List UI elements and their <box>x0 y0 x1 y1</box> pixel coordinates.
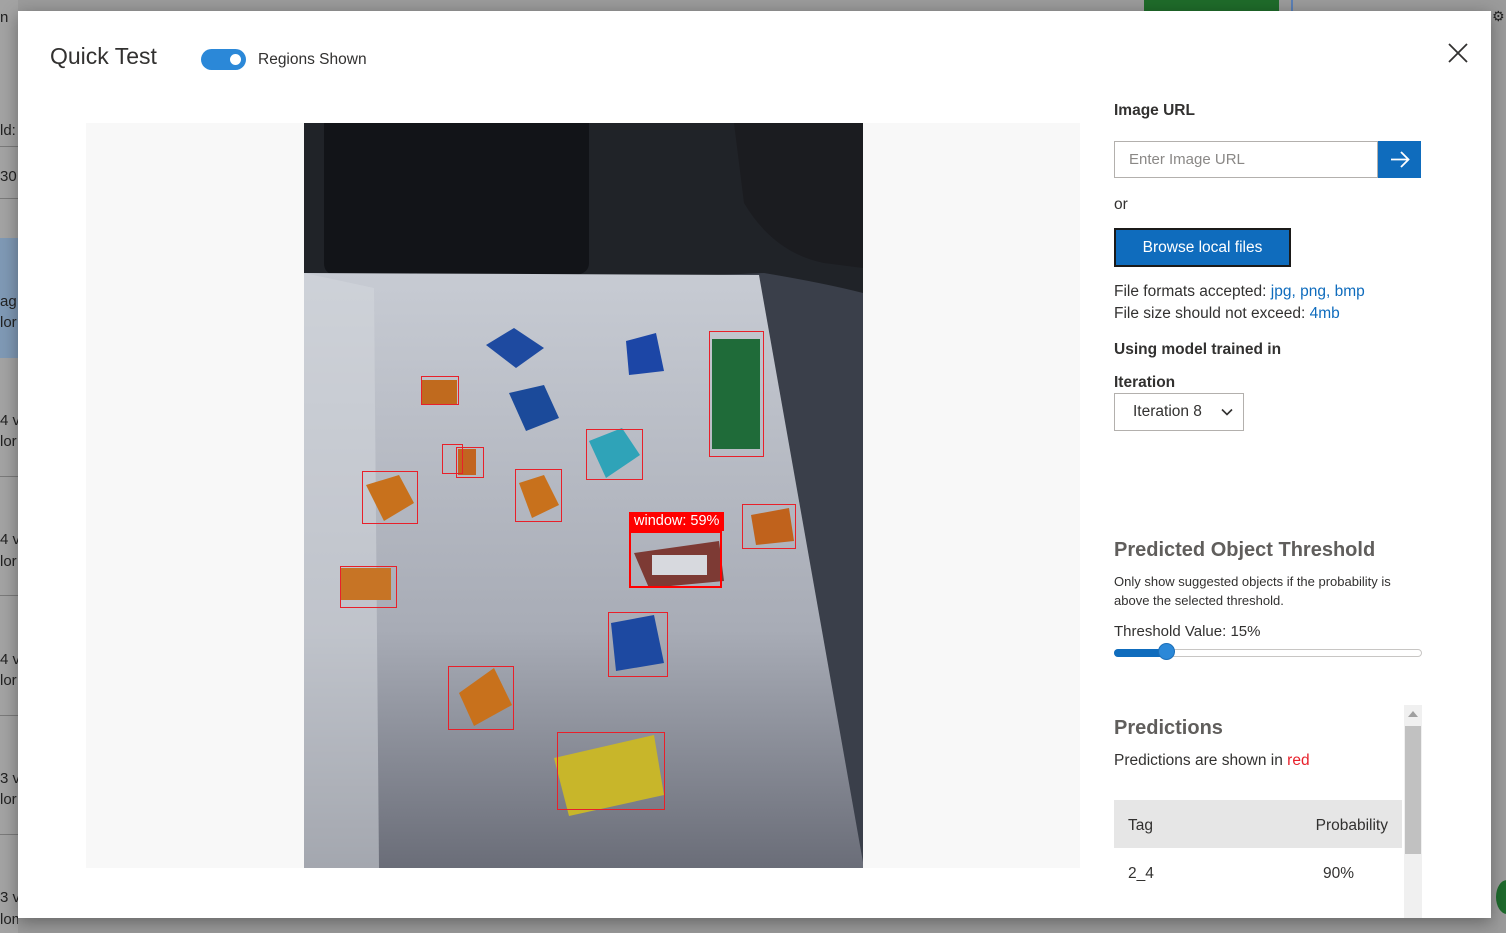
detection-region[interactable] <box>742 504 796 549</box>
background-divider <box>0 146 18 147</box>
background-text: lor <box>0 433 17 450</box>
region-label: window: 59% <box>629 512 725 531</box>
scroll-up-arrow-icon[interactable] <box>1408 711 1418 717</box>
regions-shown-toggle[interactable] <box>201 49 246 70</box>
file-formats-info: File formats accepted: jpg, png, bmp <box>1114 283 1365 301</box>
background-text: ag <box>0 293 17 310</box>
detection-region[interactable] <box>456 447 484 478</box>
background-text: 3 v <box>0 770 21 787</box>
image-url-input[interactable] <box>1114 141 1378 178</box>
submit-url-button[interactable] <box>1378 141 1421 178</box>
image-preview-area: window: 59% <box>86 123 1080 868</box>
probability-cell: 90% <box>1323 865 1355 882</box>
background-text: 30 <box>0 168 17 185</box>
predictions-table-header: Tag Probability <box>1114 800 1402 848</box>
predictions-subtitle: Predictions are shown in red <box>1114 752 1310 770</box>
model-label: Using model trained in <box>1114 341 1282 358</box>
background-text: lor <box>0 314 17 331</box>
chevron-down-icon <box>1221 408 1233 416</box>
predictions-scrollbar[interactable] <box>1404 705 1422 918</box>
detection-region[interactable] <box>515 469 562 522</box>
threshold-title: Predicted Object Threshold <box>1114 539 1376 561</box>
scrollbar-thumb[interactable] <box>1405 726 1421 854</box>
background-fab[interactable] <box>1496 880 1506 914</box>
iteration-label: Iteration <box>1114 374 1176 391</box>
quick-test-dialog: Quick Test Regions Shown window: 59% Ima… <box>18 11 1491 918</box>
regions-shown-label: Regions Shown <box>258 51 367 68</box>
detection-region-selected[interactable] <box>629 531 722 588</box>
tag-cell: 2_4 <box>1128 865 1154 882</box>
detection-region[interactable] <box>362 471 418 524</box>
iteration-value: Iteration 8 <box>1133 403 1202 420</box>
image-url-label: Image URL <box>1114 102 1195 119</box>
background-bottom-row <box>18 918 1498 933</box>
dialog-title: Quick Test <box>50 43 157 69</box>
detection-region[interactable] <box>448 666 514 730</box>
detection-region[interactable] <box>709 331 764 457</box>
probability-column-header[interactable]: Probability <box>1316 817 1388 835</box>
background-divider <box>0 715 18 716</box>
detection-region[interactable] <box>421 376 459 405</box>
or-separator: or <box>1114 196 1128 213</box>
file-formats-prefix: File formats accepted: <box>1114 283 1271 300</box>
detection-region[interactable] <box>340 566 397 608</box>
detection-region[interactable] <box>586 429 643 480</box>
predictions-color-word: red <box>1287 752 1310 769</box>
background-text: n <box>0 9 9 26</box>
detection-region[interactable] <box>557 732 665 810</box>
background-text: 4 v <box>0 651 21 668</box>
arrow-right-icon <box>1391 151 1410 168</box>
tag-column-header[interactable]: Tag <box>1128 817 1153 835</box>
background-divider <box>0 476 18 477</box>
background-text: lor <box>0 791 17 808</box>
predictions-title: Predictions <box>1114 717 1223 739</box>
table-row[interactable]: 2_4 90% <box>1114 848 1402 898</box>
threshold-value-label: Threshold Value: 15% <box>1114 623 1261 640</box>
background-text: ld: <box>0 122 16 139</box>
test-options-panel: Image URL or Browse local files File for… <box>1114 11 1434 918</box>
iteration-dropdown[interactable]: Iteration 8 <box>1114 393 1244 431</box>
threshold-slider-thumb[interactable] <box>1158 643 1175 660</box>
background-text: 3 v <box>0 889 21 906</box>
gear-icon[interactable]: ⚙ <box>1492 8 1505 25</box>
file-size-prefix: File size should not exceed: <box>1114 305 1310 322</box>
file-formats-list: jpg, png, bmp <box>1270 283 1365 300</box>
background-text: lor <box>0 672 17 689</box>
toggle-knob <box>230 54 241 65</box>
background-divider <box>0 595 18 596</box>
file-size-info: File size should not exceed: 4mb <box>1114 305 1340 323</box>
background-divider <box>0 198 18 199</box>
predictions-table: Tag Probability 2_4 90% <box>1114 800 1402 898</box>
background-text: 4 v <box>0 412 21 429</box>
close-icon[interactable] <box>1446 41 1470 65</box>
predictions-subtitle-prefix: Predictions are shown in <box>1114 752 1288 769</box>
background-text: lor <box>0 553 17 570</box>
threshold-description: Only show suggested objects if the proba… <box>1114 574 1391 608</box>
file-size-limit: 4mb <box>1309 305 1340 322</box>
background-text: 4 v <box>0 531 21 548</box>
background-divider <box>0 834 18 835</box>
predictions-section: Predictions Predictions are shown in red… <box>1114 705 1422 918</box>
browse-local-files-button[interactable]: Browse local files <box>1114 228 1291 267</box>
detection-region[interactable] <box>608 612 668 677</box>
